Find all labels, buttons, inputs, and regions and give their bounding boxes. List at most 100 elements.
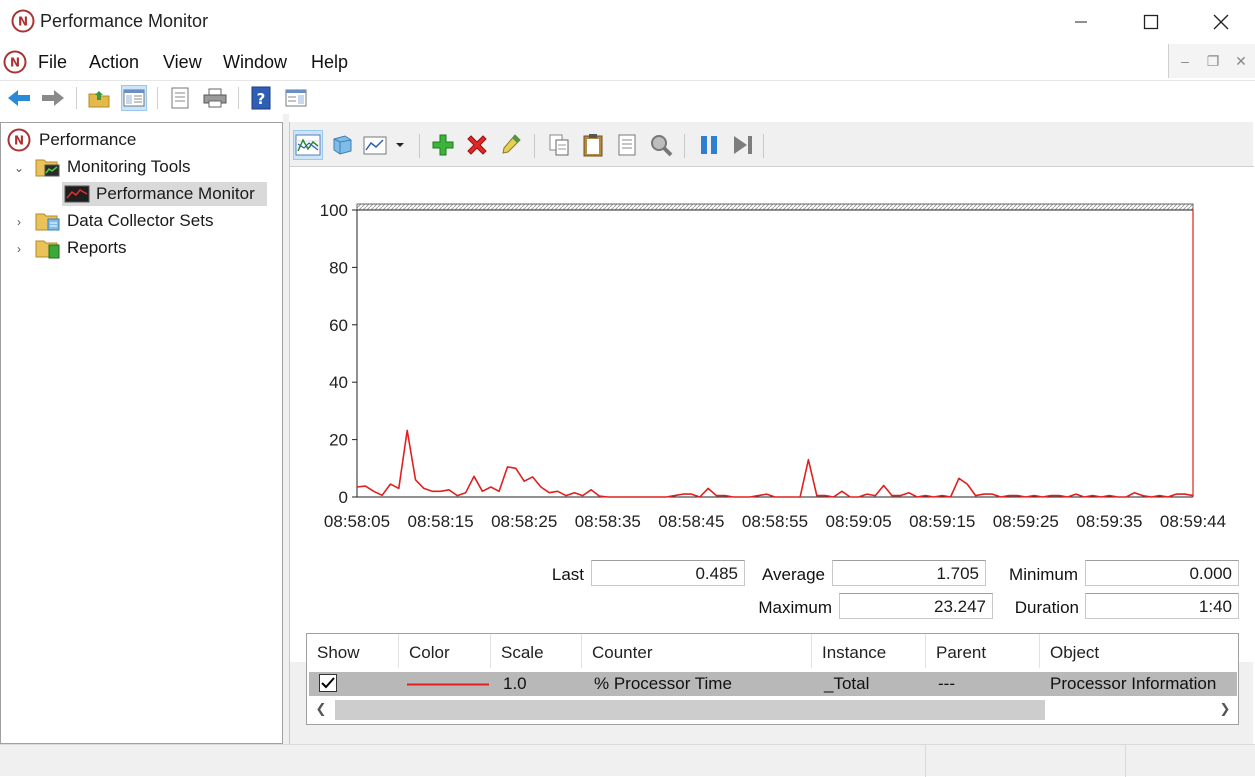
show-checkbox[interactable] <box>319 674 337 692</box>
menu-action[interactable]: Action <box>89 52 139 73</box>
console-tree-icon <box>123 89 145 107</box>
status-bar <box>0 744 1255 777</box>
show-hide-console-tree-button[interactable] <box>121 85 147 111</box>
change-graph-type-button[interactable] <box>361 130 391 160</box>
performance-monitor-app-icon: N <box>11 9 35 33</box>
column-header-object[interactable]: Object <box>1040 634 1238 668</box>
close-icon: ✕ <box>1235 52 1247 69</box>
highlight-button[interactable] <box>496 130 526 160</box>
highlighter-pen-icon <box>502 134 521 154</box>
document-system-menu-icon[interactable]: N <box>3 50 27 74</box>
column-header-parent[interactable]: Parent <box>926 634 1040 668</box>
view-log-data-button[interactable] <box>327 130 357 160</box>
up-folder-button[interactable] <box>86 85 112 111</box>
copy-icon <box>549 134 569 156</box>
average-value: 1.705 <box>832 560 986 586</box>
delete-counter-button[interactable] <box>462 130 492 160</box>
scroll-right-icon[interactable]: ❯ <box>1215 701 1235 719</box>
close-button[interactable] <box>1186 0 1255 44</box>
step-forward-icon <box>734 136 752 154</box>
column-header-counter[interactable]: Counter <box>582 634 812 668</box>
column-header-instance[interactable]: Instance <box>812 634 926 668</box>
horizontal-scrollbar[interactable]: ❮ ❯ <box>309 698 1237 722</box>
y-tick-label: 80 <box>329 258 348 277</box>
menu-file[interactable]: File <box>38 52 67 73</box>
minimum-value: 0.000 <box>1085 560 1239 586</box>
view-current-activity-button[interactable] <box>293 130 323 160</box>
menu-bar: N File Action View Window Help <box>0 44 1255 80</box>
paste-counter-list-button[interactable] <box>578 130 608 160</box>
back-button[interactable] <box>6 85 32 111</box>
tree-label: Data Collector Sets <box>67 211 214 230</box>
properties-button-graph[interactable] <box>612 130 642 160</box>
history-band <box>356 203 1194 211</box>
pause-icon <box>701 136 717 154</box>
freeze-display-button[interactable] <box>694 130 724 160</box>
minimize-icon: – <box>1181 53 1189 69</box>
database-icon <box>333 135 352 155</box>
properties-sheet-icon <box>618 134 636 156</box>
tree-node-performance-monitor[interactable]: Performance Monitor <box>62 182 267 206</box>
svg-text:N: N <box>10 56 20 70</box>
child-close-button[interactable]: ✕ <box>1231 52 1251 70</box>
series-color-swatch <box>407 683 489 686</box>
chevron-down-icon[interactable]: ⌄ <box>12 161 26 175</box>
chevron-right-icon[interactable]: › <box>12 215 26 229</box>
properties-button[interactable] <box>167 85 193 111</box>
x-tick-label: 08:59:15 <box>909 512 975 531</box>
title-bar: N Performance Monitor <box>0 0 1255 44</box>
copy-properties-button[interactable] <box>544 130 574 160</box>
counter-list: Show Color Scale Counter Instance Parent… <box>306 633 1239 725</box>
tree-label: Performance <box>39 130 137 149</box>
child-restore-button[interactable]: ❐ <box>1203 52 1223 70</box>
restore-icon: ❐ <box>1206 52 1220 69</box>
menu-help[interactable]: Help <box>311 52 348 73</box>
tree-label: Performance Monitor <box>96 184 255 203</box>
cell-instance: _Total <box>824 674 870 693</box>
x-tick-label: 08:59:44 <box>1160 512 1226 531</box>
minimize-button[interactable] <box>1046 0 1116 44</box>
chevron-right-icon[interactable]: › <box>12 242 26 256</box>
tree-node-reports[interactable]: Reports <box>35 236 127 260</box>
menu-view[interactable]: View <box>163 52 202 73</box>
svg-text:N: N <box>14 134 24 148</box>
show-hide-action-pane-button[interactable] <box>283 85 309 111</box>
scrollbar-thumb[interactable] <box>335 700 1045 720</box>
maximize-button[interactable] <box>1116 0 1186 44</box>
scroll-left-icon[interactable]: ❮ <box>311 701 331 719</box>
tree-node-monitoring-tools[interactable]: Monitoring Tools <box>35 155 190 179</box>
last-label: Last <box>551 565 584 584</box>
graph-type-dropdown[interactable] <box>391 130 409 160</box>
forward-arrow-icon <box>42 90 64 106</box>
average-label: Average <box>761 565 825 584</box>
help-button[interactable]: ? <box>248 85 274 111</box>
performance-icon: N <box>7 128 31 152</box>
x-tick-label: 08:58:45 <box>658 512 724 531</box>
y-tick-label: 60 <box>329 316 348 335</box>
y-tick-label: 100 <box>320 201 348 220</box>
tree-node-data-collector-sets[interactable]: Data Collector Sets <box>35 209 213 233</box>
graph-toolbar <box>290 126 1254 164</box>
table-row[interactable]: 1.0 % Processor Time _Total --- Processo… <box>309 672 1237 696</box>
zoom-button[interactable] <box>646 130 676 160</box>
tree-node-performance[interactable]: N Performance <box>7 128 136 152</box>
cell-scale: 1.0 <box>503 674 527 693</box>
x-tick-label: 08:58:15 <box>408 512 474 531</box>
svg-text:N: N <box>18 15 28 29</box>
folder-chart-icon <box>35 159 60 177</box>
child-minimize-button[interactable]: – <box>1175 52 1195 70</box>
cell-parent: --- <box>938 674 955 693</box>
column-header-color[interactable]: Color <box>399 634 491 668</box>
help-book-icon: ? <box>251 86 271 110</box>
column-header-show[interactable]: Show <box>307 634 399 668</box>
menu-window[interactable]: Window <box>223 52 287 73</box>
update-data-button[interactable] <box>728 130 758 160</box>
cell-counter: % Processor Time <box>594 674 732 693</box>
properties-sheet-icon <box>171 87 189 109</box>
forward-button[interactable] <box>40 85 66 111</box>
add-counter-button[interactable] <box>428 130 458 160</box>
plus-icon <box>432 134 454 156</box>
column-header-scale[interactable]: Scale <box>491 634 582 668</box>
line-graph-icon <box>295 134 321 156</box>
print-button[interactable] <box>202 85 228 111</box>
